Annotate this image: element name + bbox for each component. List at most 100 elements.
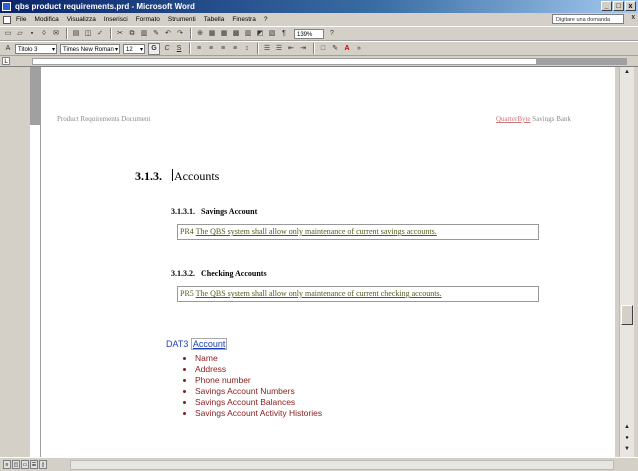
header-company-link: QuarterByte [495,115,531,123]
header-company-rest: Savings Bank [532,115,571,123]
highlight-icon[interactable]: ✎ [330,44,340,54]
toolbar-separator [313,43,315,54]
font-size-select[interactable]: 12 ▾ [123,43,145,54]
drawing-icon[interactable]: ◩ [255,29,265,39]
help-question-input[interactable]: Digitare una domanda [552,14,624,24]
tables-borders-icon[interactable]: ▦ [207,29,217,39]
align-right-icon[interactable]: ≡ [218,44,228,54]
insert-excel-icon[interactable]: ▩ [231,29,241,39]
heading-title: Accounts [174,169,220,183]
align-center-icon[interactable]: ≡ [206,44,216,54]
toolbar-separator [257,43,259,54]
menu-formato[interactable]: Formato [136,16,160,23]
style-value: Titolo 3 [18,46,38,53]
menu-help[interactable]: ? [264,16,268,23]
print-icon[interactable]: ▤ [71,29,81,39]
ruler-track [32,58,537,65]
redo-icon[interactable]: ↷ [175,29,185,39]
print-view-icon[interactable]: ▭ [21,460,29,469]
document-page[interactable]: Product Requirements Document QuarterByt… [41,67,615,457]
reading-view-icon[interactable]: ▯ [39,460,47,469]
align-left-icon[interactable]: ≡ [194,44,204,54]
hyperlink-icon[interactable]: ⊕ [195,29,205,39]
tab-selector-icon[interactable]: L [2,57,10,65]
normal-view-icon[interactable]: ≡ [3,460,11,469]
list-item: Savings Account Balances [195,397,322,408]
chevron-down-icon: ▾ [139,46,143,53]
save-icon[interactable]: ▪ [27,29,37,39]
underline-button[interactable]: S [174,44,184,54]
italic-button[interactable]: C [162,44,172,54]
toolbar-options-icon[interactable]: » [354,44,364,54]
paste-icon[interactable]: ▥ [139,29,149,39]
insert-table-icon[interactable]: ▦ [219,29,229,39]
font-value: Times New Roman [63,46,114,53]
style-select[interactable]: Titolo 3 ▾ [15,43,57,54]
bottom-bar: ≡ ◫ ▭ ☰ ▯ [0,457,638,471]
open-folder-icon[interactable]: ▱ [15,29,25,39]
increase-indent-icon[interactable]: ⇥ [298,44,308,54]
toolbar-separator [110,28,112,39]
outline-view-icon[interactable]: ☰ [30,460,38,469]
previous-page-icon[interactable]: ▲ [621,422,633,432]
list-item: Savings Account Numbers [195,386,322,397]
bold-button[interactable]: G [148,42,160,55]
browse-object-icon[interactable]: ● [621,433,633,443]
window-title-bar[interactable]: qbs product requirements.prd - Microsoft… [0,0,638,13]
help-icon[interactable]: ? [327,29,337,39]
menu-modifica[interactable]: Modifica [34,16,58,23]
decrease-indent-icon[interactable]: ⇤ [286,44,296,54]
vertical-ruler[interactable] [30,67,41,457]
scrollbar-thumb[interactable] [621,305,633,325]
menu-inserisci[interactable]: Inserisci [104,16,128,23]
menu-visualizza[interactable]: Visualizza [67,16,96,23]
data-entity-link[interactable]: Account [190,338,228,350]
requirement-pr5[interactable]: PR5 The QBS system shall allow only main… [177,286,539,302]
web-view-icon[interactable]: ◫ [12,460,20,469]
line-spacing-icon[interactable]: ↕ [242,44,252,54]
format-painter-icon[interactable]: ✎ [151,29,161,39]
vertical-scrollbar[interactable]: ▲ ▲ ● ▼ [619,67,634,457]
next-page-icon[interactable]: ▼ [621,444,633,454]
undo-icon[interactable]: ↶ [163,29,173,39]
menu-finestra[interactable]: Finestra [232,16,255,23]
maximize-button[interactable]: □ [613,1,624,11]
borders-icon[interactable]: □ [318,44,328,54]
requirement-id: PR5 [180,289,194,298]
minimize-button[interactable]: _ [601,1,612,11]
document-icon[interactable] [3,16,11,24]
print-preview-icon[interactable]: ◫ [83,29,93,39]
data-entity-dat3[interactable]: DAT3 Account [166,338,228,350]
close-document-icon[interactable]: x [632,14,636,21]
cut-icon[interactable]: ✂ [115,29,125,39]
bullets-icon[interactable]: ☰ [274,44,284,54]
close-window-button[interactable]: x [625,1,636,11]
menu-file[interactable]: File [16,16,26,23]
show-hide-icon[interactable]: ¶ [279,29,289,39]
font-color-icon[interactable]: A [342,44,352,54]
font-select[interactable]: Times New Roman ▾ [60,43,120,54]
columns-icon[interactable]: ▥ [243,29,253,39]
heading-savings-account: 3.1.3.1. Savings Account [171,207,257,216]
menu-strumenti[interactable]: Strumenti [168,16,196,23]
document-map-icon[interactable]: ▧ [267,29,277,39]
horizontal-scrollbar[interactable] [70,460,614,470]
justify-icon[interactable]: ≡ [230,44,240,54]
horizontal-ruler[interactable]: L [0,56,638,67]
left-gutter [0,67,30,457]
toolbar-separator [66,28,68,39]
permission-icon[interactable]: ◊ [39,29,49,39]
copy-icon[interactable]: ⧉ [127,29,137,39]
email-icon[interactable]: ✉ [51,29,61,39]
heading-number: 3.1.3.2. [171,269,195,278]
zoom-select[interactable]: 139% [294,28,324,39]
header-right: QuarterByte Savings Bank [496,115,571,123]
list-item: Address [195,364,322,375]
requirement-pr4[interactable]: PR4 The QBS system shall allow only main… [177,224,539,240]
new-document-icon[interactable]: ▭ [3,29,13,39]
scroll-up-icon[interactable]: ▲ [621,67,633,77]
menu-tabella[interactable]: Tabella [204,16,225,23]
numbering-icon[interactable]: ☰ [262,44,272,54]
spelling-icon[interactable]: ✓ [95,29,105,39]
styles-pane-icon[interactable]: A [3,44,13,54]
